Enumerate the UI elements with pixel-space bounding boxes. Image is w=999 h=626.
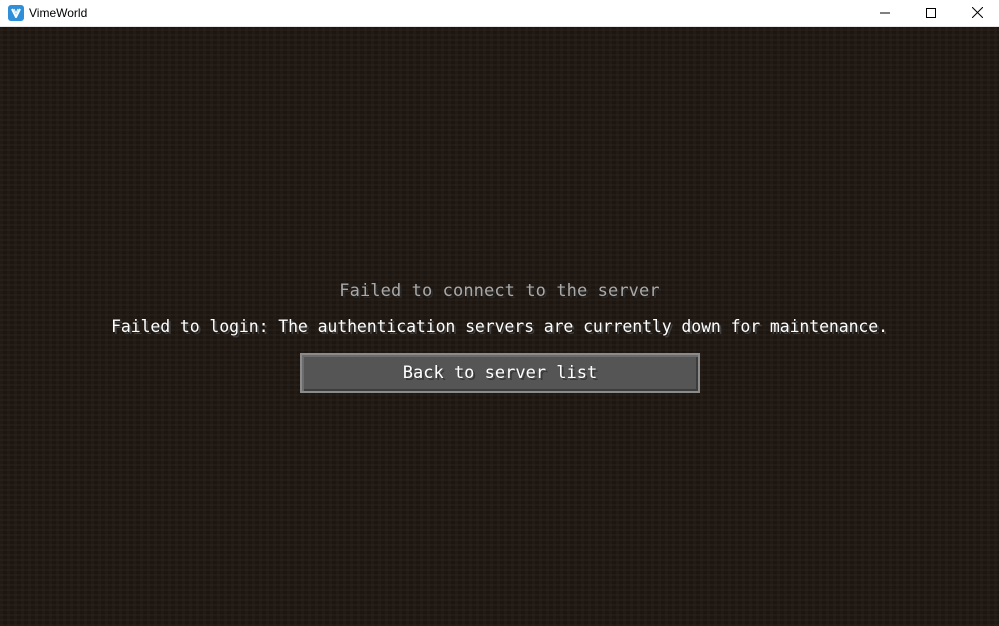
title-bar[interactable]: VimeWorld [0,0,999,27]
maximize-icon [926,5,936,23]
vimeworld-logo-icon [8,5,24,21]
game-viewport: Failed to connect to the server Failed t… [0,27,999,626]
disconnect-message: Failed to login: The authentication serv… [111,317,888,336]
close-icon [971,5,983,23]
close-button[interactable] [954,0,999,27]
maximize-button[interactable] [908,0,954,27]
app-window: VimeWorld Failed to connect to the serve… [0,0,999,626]
minimize-icon [880,5,890,23]
back-button-label: Back to server list [402,363,598,383]
disconnect-heading: Failed to connect to the server [339,281,660,301]
minimize-button[interactable] [862,0,908,27]
back-to-server-list-button[interactable]: Back to server list [300,353,700,393]
window-title: VimeWorld [29,6,88,20]
